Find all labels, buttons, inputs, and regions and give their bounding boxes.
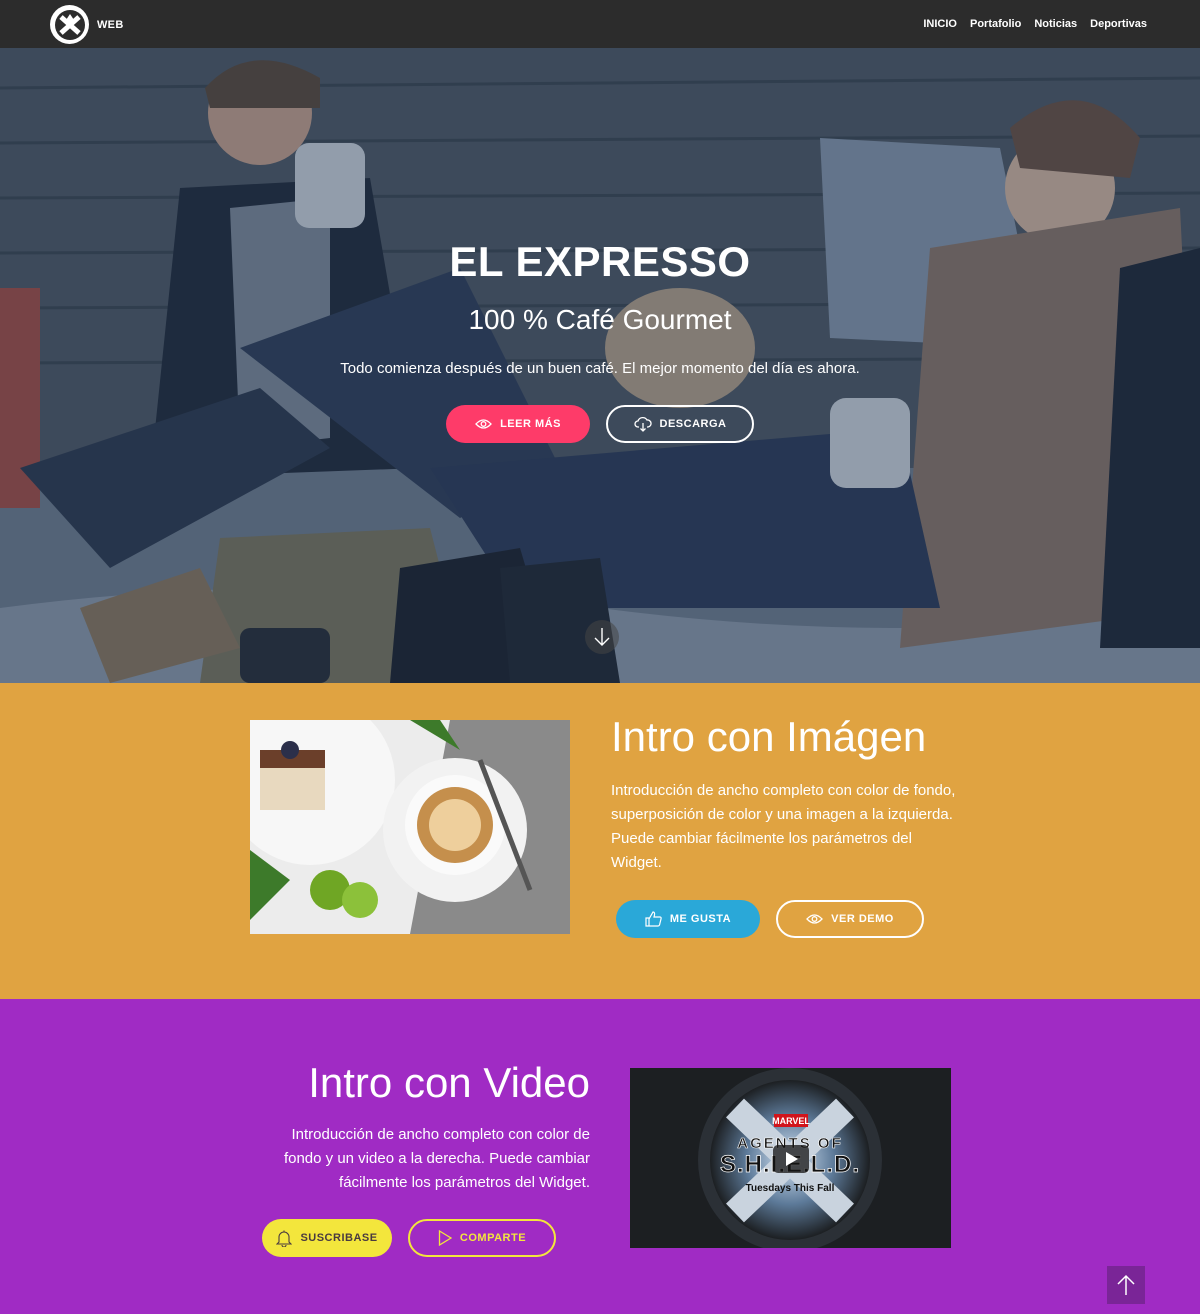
cloud-download-icon <box>633 416 652 432</box>
video-brand: MARVEL <box>772 1116 810 1126</box>
video-player[interactable]: MARVEL AGENTS OF S.H.I.E.L.D. Tuesdays T… <box>630 1068 951 1248</box>
view-demo-button[interactable]: VER DEMO <box>776 900 924 938</box>
play-outline-icon <box>438 1230 452 1246</box>
shield-logo-icon <box>50 5 89 44</box>
view-demo-label: VER DEMO <box>831 913 894 925</box>
nav-link-portafolio[interactable]: Portafolio <box>970 18 1021 30</box>
hero-buttons: LEER MÁS DESCARGA <box>0 405 1200 443</box>
brand-name: WEB <box>97 18 124 31</box>
navbar: WEB INICIO Portafolio Noticias Deportiva… <box>0 0 1200 48</box>
read-more-label: LEER MÁS <box>500 418 561 430</box>
intro-video-buttons: SUSCRIBASE COMPARTE <box>262 1219 556 1257</box>
hero-subtitle: 100 % Café Gourmet <box>468 304 732 335</box>
subscribe-button[interactable]: SUSCRIBASE <box>262 1219 392 1257</box>
intro-video-section: Intro con Video Introducción de ancho co… <box>0 999 1200 1314</box>
like-label: ME GUSTA <box>669 913 732 925</box>
intro-image-title: Intro con Imágen <box>611 713 927 760</box>
intro-image-buttons: ME GUSTA VER DEMO <box>616 900 924 938</box>
coffee-image <box>250 720 570 934</box>
bell-icon <box>276 1230 293 1247</box>
download-button[interactable]: DESCARGA <box>606 405 754 443</box>
like-button[interactable]: ME GUSTA <box>616 900 760 938</box>
hero-section: EL EXPRESSO 100 % Café Gourmet Todo comi… <box>0 48 1200 683</box>
nav-link-deportivas[interactable]: Deportivas <box>1090 18 1147 30</box>
eye-icon <box>475 419 492 429</box>
eye-icon <box>806 914 824 924</box>
nav-link-noticias[interactable]: Noticias <box>1034 18 1077 30</box>
arrow-down-icon <box>594 628 610 646</box>
hero-text: Todo comienza después de un buen café. E… <box>340 360 860 377</box>
share-label: COMPARTE <box>459 1232 527 1244</box>
scroll-down-button[interactable] <box>585 620 619 654</box>
brand[interactable]: WEB <box>50 5 124 44</box>
download-label: DESCARGA <box>659 418 727 430</box>
read-more-button[interactable]: LEER MÁS <box>446 405 590 443</box>
hero-title: EL EXPRESSO <box>449 238 751 285</box>
back-to-top-button[interactable] <box>1107 1266 1145 1304</box>
nav-link-inicio[interactable]: INICIO <box>923 18 957 30</box>
share-button[interactable]: COMPARTE <box>408 1219 556 1257</box>
nav-menu: INICIO Portafolio Noticias Deportivas <box>923 0 1147 48</box>
subscribe-label: SUSCRIBASE <box>300 1232 378 1244</box>
arrow-up-icon <box>1117 1274 1135 1295</box>
intro-video-title: Intro con Video <box>308 1059 590 1106</box>
thumbs-up-icon <box>645 911 662 927</box>
intro-image-text: Introducción de ancho completo con color… <box>611 782 956 871</box>
intro-video-text: Introducción de ancho completo con color… <box>283 1126 590 1191</box>
video-thumbnail: MARVEL AGENTS OF S.H.I.E.L.D. Tuesdays T… <box>630 1068 951 1248</box>
hero-content: EL EXPRESSO 100 % Café Gourmet Todo comi… <box>0 48 1200 683</box>
intro-image-section: Intro con Imágen Introducción de ancho c… <box>0 683 1200 999</box>
video-tagline: Tuesdays This Fall <box>746 1183 835 1194</box>
